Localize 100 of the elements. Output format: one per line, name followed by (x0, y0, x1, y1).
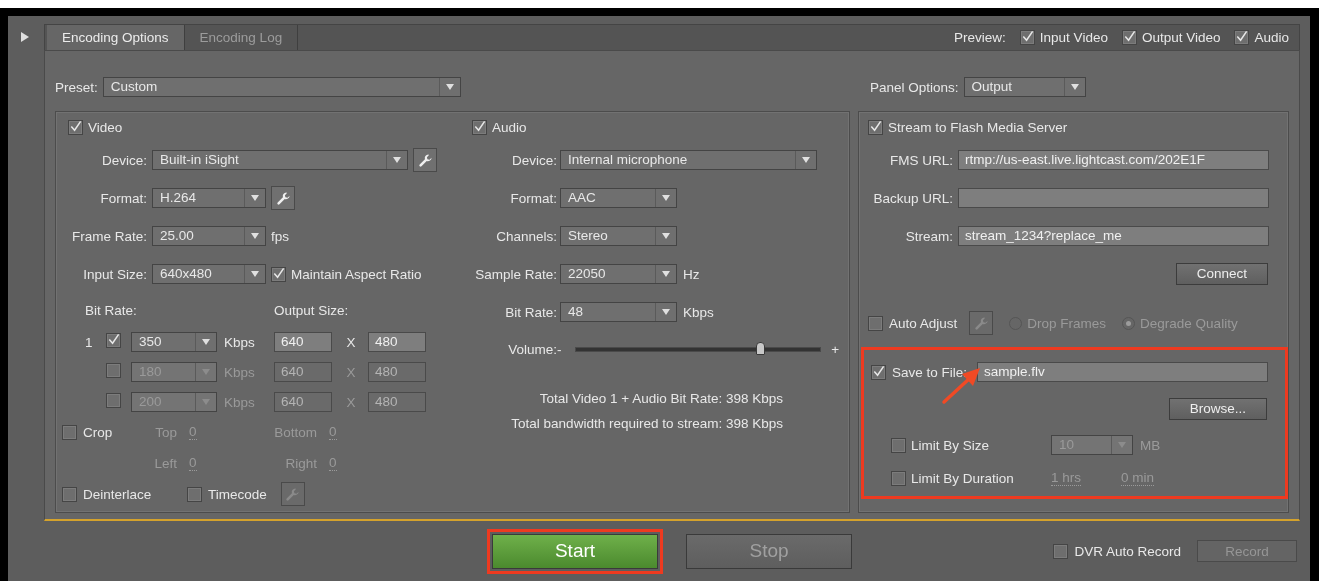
checkbox[interactable] (1234, 30, 1250, 45)
dropdown[interactable]: Built-in iSight (152, 150, 408, 170)
dropdown[interactable]: Custom (102, 77, 461, 97)
connect-button[interactable]: Connect (1175, 262, 1268, 285)
label: Bit Rate: (505, 304, 557, 320)
checkbox[interactable] (871, 364, 886, 380)
text-field[interactable]: sample.flv (977, 362, 1269, 382)
tab[interactable]: Encoding Options (47, 25, 185, 50)
label: Preset: (55, 79, 98, 95)
label: Hz (683, 266, 700, 282)
checkbox[interactable] (62, 425, 77, 440)
label: Format: (510, 190, 557, 206)
label: Volume: (508, 341, 557, 357)
text-field[interactable]: rtmp://us-east.live.lightcast.com/202E1F (958, 150, 1269, 170)
text-field[interactable]: 480 (368, 332, 426, 352)
caret-icon (1070, 84, 1079, 90)
checkbox[interactable] (62, 486, 77, 502)
label: Format: (100, 190, 147, 206)
label: Channels: (496, 228, 557, 244)
checkbox[interactable] (868, 315, 883, 331)
label: Bit Rate: (85, 302, 138, 318)
checkbox[interactable] (105, 333, 121, 348)
label: Frame Rate: (71, 228, 147, 244)
slider-thumb[interactable] (755, 342, 765, 355)
caret-icon (662, 195, 670, 201)
label: Kbps (683, 304, 714, 320)
label: Output Size: (274, 302, 350, 318)
label: Stream: (905, 228, 953, 244)
checkbox[interactable] (472, 119, 487, 135)
label: - (557, 341, 563, 357)
checkbox[interactable] (1019, 30, 1035, 45)
dropdown[interactable]: 48 (560, 302, 677, 322)
caret-icon (662, 271, 670, 277)
caret-icon (251, 195, 259, 201)
caret-icon (445, 84, 454, 90)
text-field[interactable]: 480 (368, 362, 426, 382)
summary-text: Total bandwidth required to stream: 398 Kbps (511, 416, 783, 431)
dropdown[interactable]: AAC (560, 188, 677, 208)
text-field[interactable]: 640 (274, 392, 332, 412)
label: Output Video (1141, 30, 1221, 45)
label: Device: (102, 152, 147, 168)
text-field[interactable]: 640 (274, 332, 332, 352)
action-button[interactable]: Start (492, 533, 658, 569)
text-field[interactable]: 640 (274, 362, 332, 382)
text-field[interactable]: 480 (368, 392, 426, 412)
checkbox[interactable] (105, 393, 121, 408)
label: Timecode (208, 486, 267, 502)
settings-button[interactable] (413, 148, 437, 172)
caret-icon (202, 369, 210, 375)
label: X (346, 334, 356, 350)
checkbox[interactable] (868, 119, 883, 135)
label: Video (88, 119, 123, 135)
label: Input Video (1039, 30, 1108, 45)
dropdown[interactable]: 22050 (560, 264, 677, 284)
label: Backup URL: (873, 190, 953, 206)
wrench-icon (275, 190, 291, 206)
caret-icon (802, 157, 810, 163)
label: Panel Options: (870, 79, 959, 95)
label: Limit By Size (911, 437, 991, 453)
settings-button[interactable] (271, 186, 295, 210)
label: fps (271, 228, 289, 244)
browse-button[interactable]: Browse... (1168, 398, 1267, 420)
label: Kbps (223, 334, 256, 350)
checkbox[interactable] (891, 437, 906, 453)
caret-icon (662, 233, 670, 239)
label: Stream to Flash Media Server (888, 119, 1068, 135)
label: Crop (83, 425, 113, 440)
label: Audio (492, 119, 527, 135)
caret-icon (202, 339, 210, 345)
wrench-icon (973, 315, 989, 331)
checkbox[interactable] (891, 470, 906, 486)
checkbox[interactable] (1121, 30, 1137, 45)
text-field[interactable] (958, 188, 1269, 208)
dropdown[interactable]: Output (963, 77, 1086, 97)
label: Limit By Duration (911, 470, 1015, 486)
wrench-icon (285, 486, 301, 502)
checkbox[interactable] (1053, 543, 1069, 559)
expand-arrow-icon[interactable] (21, 32, 29, 42)
dropdown[interactable]: H.264 (152, 188, 266, 208)
checkbox[interactable] (187, 486, 202, 502)
label: Preview: (954, 30, 1006, 45)
caret-icon (251, 233, 259, 239)
label: Sample Rate: (475, 266, 557, 282)
dropdown[interactable]: Stereo (560, 226, 677, 246)
checkbox[interactable] (105, 363, 121, 378)
caret-icon (1118, 442, 1126, 448)
checkbox[interactable] (68, 119, 83, 135)
label: Audio (1254, 30, 1289, 45)
volume-slider[interactable] (575, 342, 822, 356)
label: Auto Adjust (889, 315, 958, 331)
label: + (831, 341, 841, 357)
checkbox[interactable] (271, 266, 286, 282)
text-field[interactable]: stream_1234?replace_me (958, 226, 1269, 246)
dropdown[interactable]: Internal microphone (560, 150, 817, 170)
dropdown[interactable]: 350 (131, 332, 217, 352)
label: Save to File: (892, 364, 968, 380)
dropdown[interactable]: 640x480 (152, 264, 266, 284)
label: Maintain Aspect Ratio (291, 266, 422, 282)
dropdown[interactable]: 25.00 (152, 226, 266, 246)
row-number: 1 (85, 334, 94, 350)
